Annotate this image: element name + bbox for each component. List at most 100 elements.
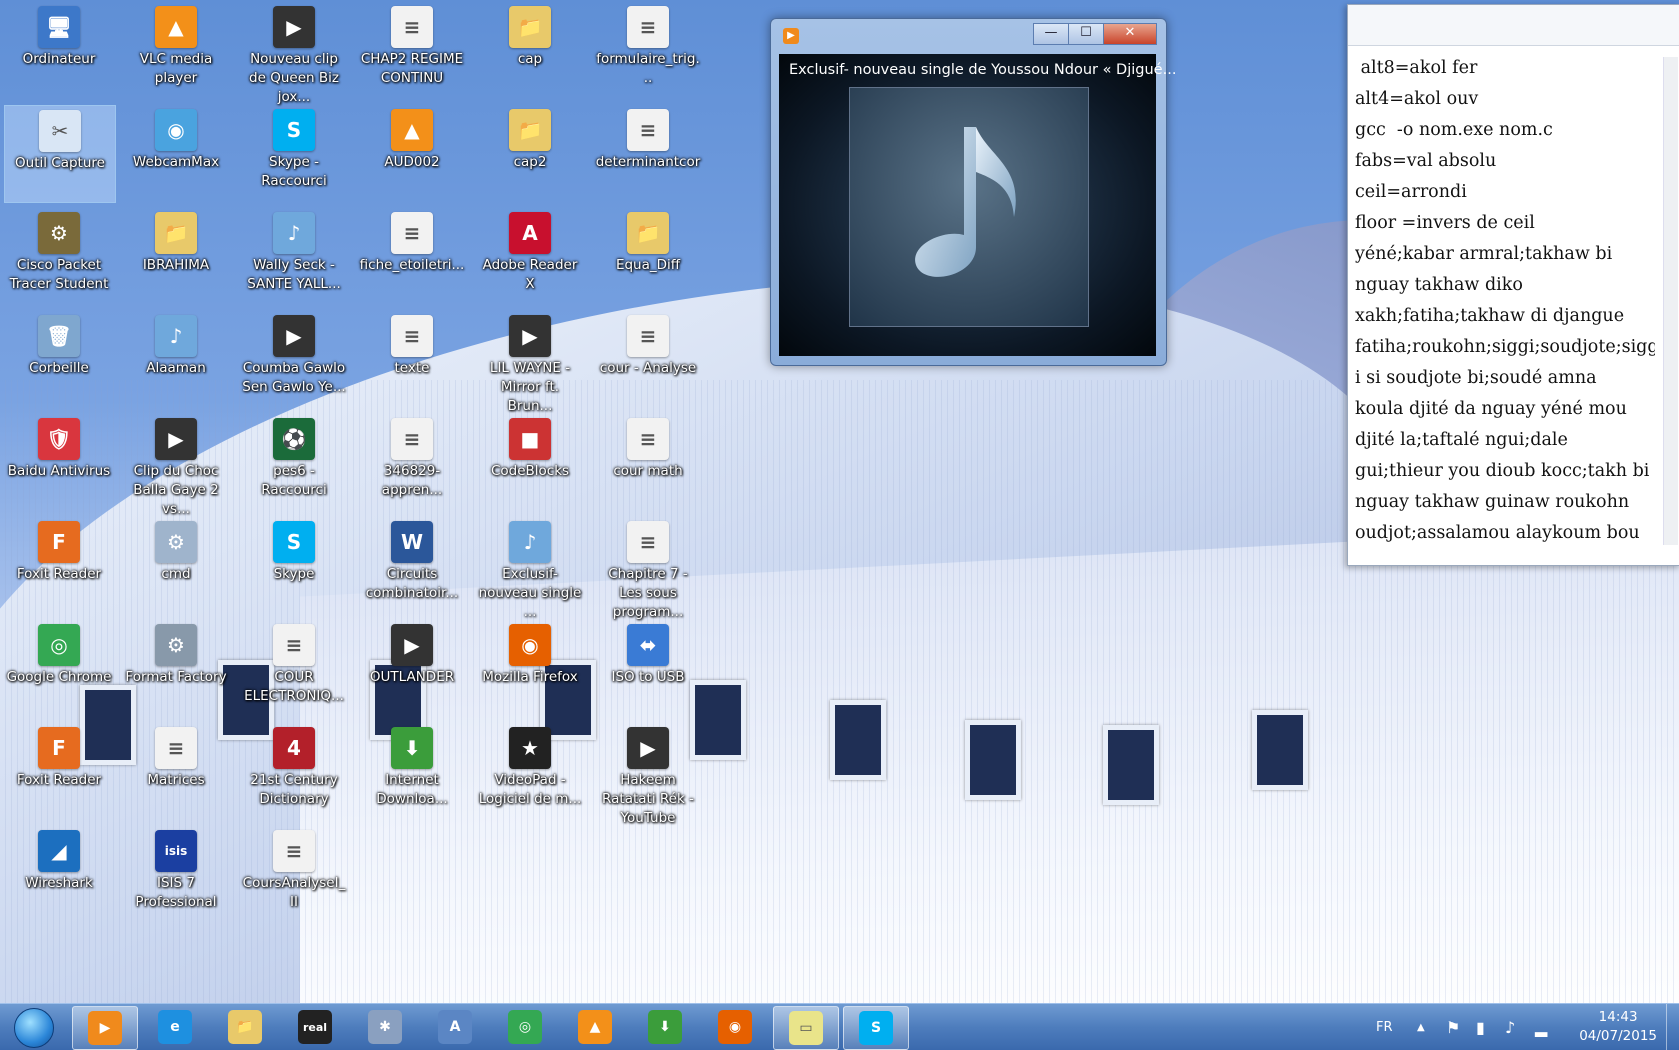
taskbar-unknown-app-button[interactable]: ✱ <box>353 1006 417 1048</box>
player-titlebar[interactable]: ▶ — ☐ ✕ <box>771 19 1166 51</box>
desktop-icon[interactable]: 🛡 Baidu Antivirus <box>4 414 114 510</box>
desktop-icon[interactable]: ≡ formulaire_trig... <box>593 2 703 98</box>
clock[interactable]: 14:43 04/07/2015 <box>1579 1008 1657 1046</box>
desktop-icon[interactable]: 📁 IBRAHIMA <box>121 208 231 304</box>
note-text[interactable]: alt8=akol fer alt4=akol ouv gcc -o nom.exe… <box>1355 53 1655 549</box>
taskbar-document-app-button[interactable]: A <box>423 1006 487 1048</box>
desktop-icon[interactable]: 4 21st Century Dictionary <box>239 723 349 819</box>
desktop-icon[interactable]: ≡ 346829-appren... <box>357 414 467 510</box>
desktop-icon[interactable]: ≡ texte <box>357 311 467 407</box>
taskbar-internet-download-manager-button[interactable]: ⬇ <box>633 1006 697 1048</box>
desktop-icon[interactable]: F Foxit Reader <box>4 517 114 613</box>
desktop-icon[interactable]: ✂ Outil Capture <box>4 105 116 203</box>
desktop-icon[interactable]: ◉ WebcamMax <box>121 105 231 201</box>
desktop-icon-label: CoursAnalyseI_II <box>242 875 346 910</box>
desktop-icon[interactable]: ⚽ pes6 - Raccourci <box>239 414 349 510</box>
desktop-icon[interactable]: ⚙ Format Factory <box>121 620 231 716</box>
desktop-icon[interactable]: 📁 Equa_Diff <box>593 208 703 304</box>
desktop-icon[interactable]: 📁 cap <box>475 2 585 98</box>
app-icon: ◎ <box>38 624 80 666</box>
media-player-window[interactable]: ▶ — ☐ ✕ Exclusif- nouveau single de Yous… <box>770 18 1176 366</box>
taskbar-file-explorer-button[interactable]: 📁 <box>213 1006 277 1048</box>
show-desktop-button[interactable] <box>1666 1004 1679 1050</box>
note-scrollbar[interactable] <box>1663 57 1678 545</box>
desktop-icon[interactable]: ≡ Matrices <box>121 723 231 819</box>
desktop-icon[interactable]: ≡ cour - Analyse <box>593 311 703 407</box>
desktop-icon[interactable]: ◢ Wireshark <box>4 826 114 922</box>
desktop-icon[interactable]: ≡ COUR ELECTRONIQ... <box>239 620 349 716</box>
desktop-icon[interactable]: ⬇ Internet Downloa... <box>357 723 467 819</box>
close-button[interactable]: ✕ <box>1103 23 1157 45</box>
power-icon[interactable]: ▮ <box>1476 1004 1485 1050</box>
show-hidden-icons-button[interactable]: ▲ <box>1417 1004 1425 1050</box>
minimize-button[interactable]: — <box>1033 23 1069 45</box>
desktop-icon[interactable]: ≡ CoursAnalyseI_II <box>239 826 349 922</box>
desktop-icon[interactable]: S Skype <box>239 517 349 613</box>
building-window <box>1103 725 1159 805</box>
taskbar-internet-explorer-button[interactable]: e <box>143 1006 207 1048</box>
action-center-flag-icon[interactable]: ⚑ <box>1446 1004 1460 1050</box>
desktop-icon[interactable]: ≡ CHAP2 REGIME CONTINU <box>357 2 467 98</box>
taskbar-media-player-button[interactable]: ▶ <box>72 1006 138 1050</box>
app-icon: F <box>38 521 80 563</box>
app-icon: ♪ <box>509 521 551 563</box>
desktop-icon[interactable]: 🖥 Ordinateur <box>4 2 114 98</box>
desktop-icon[interactable]: F Foxit Reader <box>4 723 114 819</box>
desktop-icon[interactable]: S Skype - Raccourci <box>239 105 349 201</box>
taskbar-firefox-button[interactable]: ◉ <box>703 1006 767 1048</box>
desktop[interactable]: 🖥 Ordinateur ▲ VLC media player ▶ Nouveau cli… <box>0 0 1679 1003</box>
desktop-icon[interactable]: ≡ fiche_etoiletri... <box>357 208 467 304</box>
desktop-icon[interactable]: ▶ LIL WAYNE - Mirror ft. Brun... <box>475 311 585 414</box>
taskbar-realplayer-button[interactable]: real <box>283 1006 347 1048</box>
media-player-icon: ▶ <box>88 1011 122 1045</box>
clock-date: 04/07/2015 <box>1579 1028 1657 1044</box>
desktop-icon[interactable]: ⚙ cmd <box>121 517 231 613</box>
desktop-icon[interactable]: isis ISIS 7 Professional <box>121 826 231 922</box>
desktop-icon[interactable]: ≡ determinantcor <box>593 105 703 201</box>
desktop-icon-label: texte <box>394 360 430 376</box>
language-indicator[interactable]: FR <box>1376 1004 1393 1050</box>
network-icon[interactable]: ▂ <box>1535 1004 1547 1050</box>
desktop-icon[interactable]: ⚙ Cisco Packet Tracer Student <box>4 208 114 304</box>
desktop-icon[interactable]: ♪ Exclusif- nouveau single ... <box>475 517 585 620</box>
desktop-icon[interactable]: ♪ Alaaman <box>121 311 231 407</box>
desktop-icon[interactable]: ▶ OUTLANDER <box>357 620 467 716</box>
taskbar-sticky-notes-button[interactable]: ▭ <box>773 1006 839 1050</box>
desktop-icon-label: cap2 <box>513 154 547 170</box>
note-line: nguay takhaw diko <box>1355 275 1523 295</box>
desktop-icon[interactable]: ▶ Coumba Gawlo Sen Gawlo Ye... <box>239 311 349 407</box>
volume-icon[interactable]: ♪ <box>1505 1004 1515 1050</box>
taskbar-chrome-button[interactable]: ◎ <box>493 1006 557 1048</box>
desktop-icon[interactable]: ▶ Hakeem Ratatati Rék - YouTube <box>593 723 703 826</box>
desktop-icon[interactable]: ≡ Chapitre 7 - Les sous program... <box>593 517 703 620</box>
desktop-icon-label: determinantcor <box>595 154 701 170</box>
document-app-icon: A <box>438 1010 472 1044</box>
app-icon: ♪ <box>273 212 315 254</box>
desktop-icon[interactable]: ▲ AUD002 <box>357 105 467 201</box>
desktop-icon[interactable]: ◎ Google Chrome <box>4 620 114 716</box>
desktop-icon[interactable]: ★ VideoPad - Logiciel de m... <box>475 723 585 819</box>
taskbar-vlc-button[interactable]: ▲ <box>563 1006 627 1048</box>
desktop-icon[interactable]: ▲ VLC media player <box>121 2 231 98</box>
desktop-icon[interactable]: W Circuits combinatoir... <box>357 517 467 613</box>
desktop-icon[interactable]: ▶ Clip du Choc Balla Gaye 2 vs... <box>121 414 231 517</box>
note-header[interactable] <box>1348 5 1679 46</box>
maximize-button[interactable]: ☐ <box>1068 23 1104 45</box>
taskbar-skype-button[interactable]: S <box>843 1006 909 1050</box>
desktop-icon[interactable]: A Adobe Reader X <box>475 208 585 304</box>
desktop-icon[interactable]: 🗑 Corbeille <box>4 311 114 407</box>
sticky-note-window[interactable]: alt8=akol fer alt4=akol ouv gcc -o nom.exe… <box>1347 4 1679 566</box>
app-icon: ◉ <box>155 109 197 151</box>
app-icon: ▶ <box>273 6 315 48</box>
desktop-icon[interactable]: ▶ Nouveau clip de Queen Biz jox... <box>239 2 349 105</box>
desktop-icon[interactable]: 📁 cap2 <box>475 105 585 201</box>
desktop-icon[interactable]: ■ CodeBlocks <box>475 414 585 510</box>
desktop-icon[interactable]: ≡ cour math <box>593 414 703 510</box>
app-icon: ⚙ <box>38 212 80 254</box>
desktop-icon[interactable]: ♪ Wally Seck - SANTE YALL... <box>239 208 349 304</box>
desktop-icon[interactable]: ◉ Mozilla Firefox <box>475 620 585 716</box>
desktop-icon[interactable]: ⬌ ISO to USB <box>593 620 703 716</box>
player-screen[interactable]: Exclusif- nouveau single de Youssou Ndou… <box>779 54 1176 356</box>
start-button[interactable] <box>6 1007 62 1048</box>
desktop-icon-label: cmd <box>161 566 191 582</box>
